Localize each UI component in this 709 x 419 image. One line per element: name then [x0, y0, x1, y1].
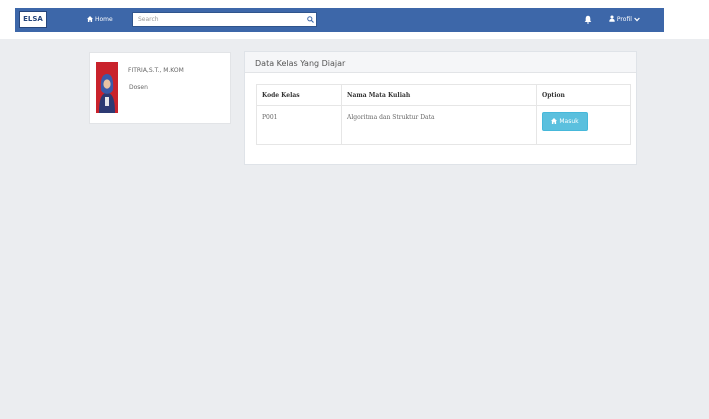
masuk-button-label: Masuk	[559, 118, 579, 125]
bell-icon[interactable]	[584, 15, 592, 24]
avatar	[96, 62, 118, 113]
masuk-button[interactable]: Masuk	[542, 112, 588, 131]
search-icon	[307, 16, 314, 23]
nav-home-label: Home	[95, 16, 113, 23]
panel-title: Data Kelas Yang Diajar	[255, 59, 346, 68]
header-nama-mata-kuliah: Nama Mata Kuliah	[341, 84, 537, 106]
brand-logo[interactable]: ELSA	[19, 11, 47, 28]
user-role: Dosen	[129, 84, 148, 91]
profile-menu[interactable]: Profil	[609, 15, 640, 25]
top-navbar: ELSA Home Profil	[0, 0, 709, 39]
chevron-down-icon	[633, 17, 640, 22]
home-icon	[87, 16, 93, 22]
user-name: FITRIA,S.T., M.KOM	[128, 67, 184, 74]
cell-option: Masuk	[536, 105, 631, 145]
cell-nama-mata-kuliah: Algoritma dan Struktur Data	[341, 105, 537, 145]
classes-table: Kode Kelas Nama Mata Kuliah Option P001 …	[256, 84, 631, 145]
search-button[interactable]	[305, 12, 317, 27]
classes-panel: Data Kelas Yang Diajar Kode Kelas Nama M…	[244, 51, 637, 165]
header-option: Option	[536, 84, 631, 106]
user-icon	[609, 15, 615, 22]
navbar-bar: ELSA Home Profil	[15, 8, 664, 32]
table-header-row: Kode Kelas Nama Mata Kuliah Option	[256, 84, 631, 106]
home-icon	[551, 118, 558, 124]
table-row: P001 Algoritma dan Struktur Data Masuk	[256, 105, 631, 145]
nav-home-link[interactable]: Home	[87, 15, 113, 25]
profile-card: FITRIA,S.T., M.KOM Dosen	[89, 52, 231, 124]
search-field[interactable]	[132, 12, 306, 27]
header-kode-kelas: Kode Kelas	[256, 84, 342, 106]
search-input[interactable]	[133, 13, 305, 26]
cell-kode-kelas: P001	[256, 105, 342, 145]
profile-label: Profil	[616, 16, 632, 23]
panel-heading: Data Kelas Yang Diajar	[245, 52, 636, 73]
